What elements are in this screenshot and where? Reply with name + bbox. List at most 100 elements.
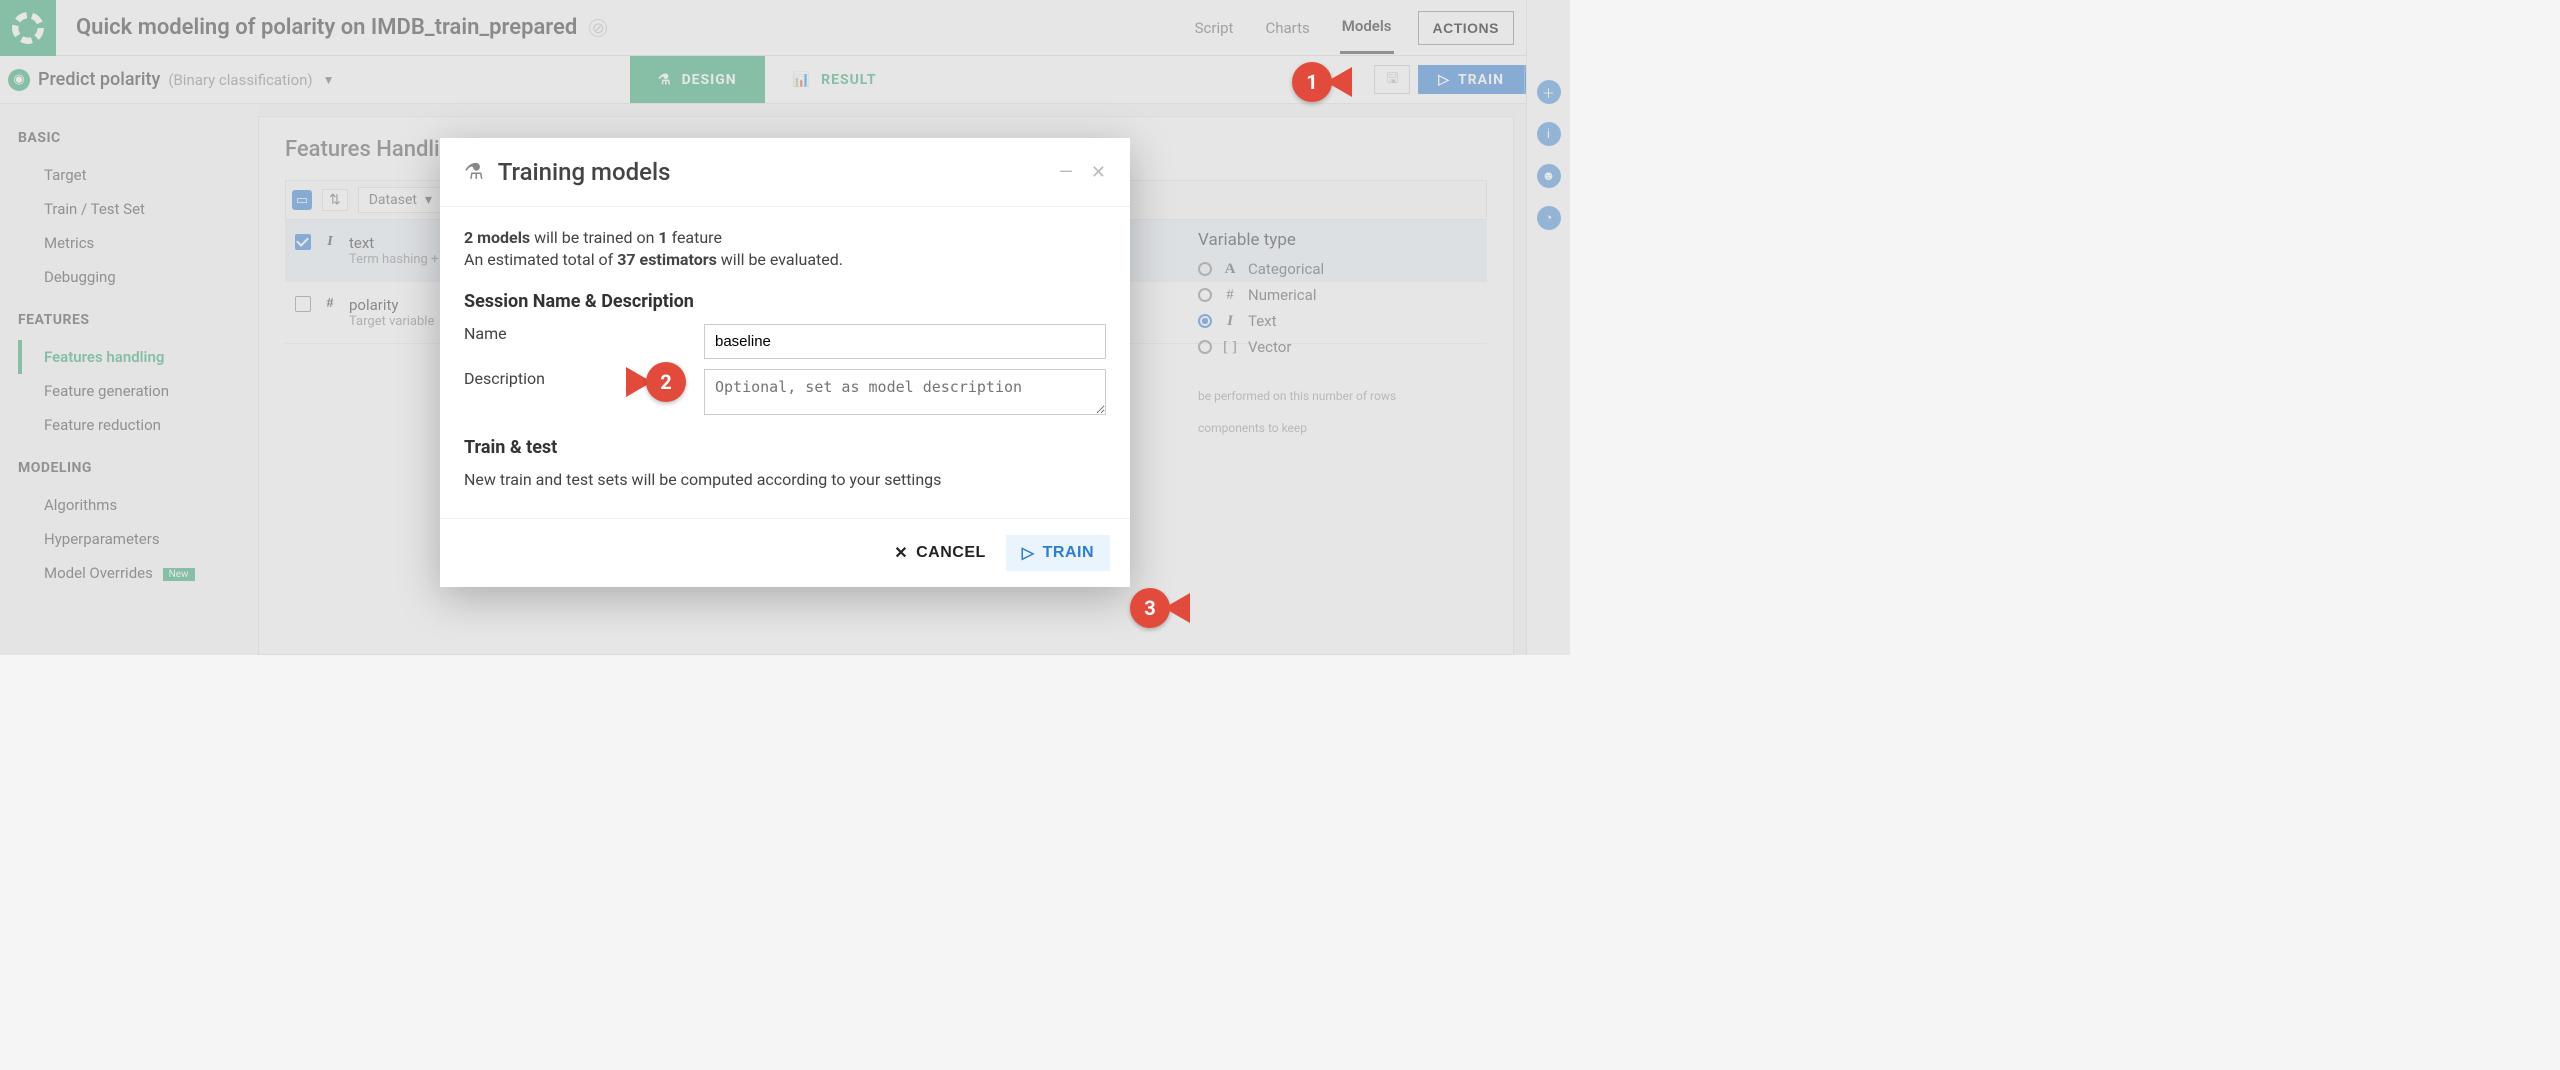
- modal-footer: ✕ CANCEL ▷ TRAIN: [440, 518, 1130, 587]
- marker-arrow-icon: [1164, 593, 1190, 623]
- name-label: Name: [464, 324, 684, 343]
- radio-label: Text: [1248, 312, 1277, 330]
- tab-charts[interactable]: Charts: [1263, 3, 1311, 53]
- modal-header: ⚗ Training models — ✕: [440, 138, 1130, 207]
- close-icon[interactable]: ✕: [1091, 162, 1106, 183]
- info-est-count: 37 estimators: [617, 250, 717, 269]
- radio-label: Categorical: [1248, 260, 1324, 278]
- nav-item-algorithms[interactable]: Algorithms: [18, 488, 258, 522]
- help-text-1: be performed on this number of rows: [1198, 384, 1498, 408]
- rail-chat-icon[interactable]: ☻: [1537, 164, 1561, 188]
- radio-icon: [1198, 288, 1212, 302]
- vartype-radio-text[interactable]: I Text: [1198, 312, 1498, 330]
- modal-body: 2 models will be trained on 1 feature An…: [440, 207, 1130, 518]
- vartype-radio-vector[interactable]: [ ] Vector: [1198, 338, 1498, 356]
- mode-tab-result[interactable]: 📊 RESULT: [765, 56, 905, 103]
- cancel-label: CANCEL: [916, 544, 986, 562]
- vartype-radio-numerical[interactable]: # Numerical: [1198, 286, 1498, 304]
- mode-tab-result-label: RESULT: [821, 72, 876, 88]
- marker-bubble: 2: [646, 362, 686, 402]
- info-trained-on: will be trained on: [530, 228, 658, 247]
- mode-tab-design-label: DESIGN: [682, 72, 737, 88]
- numeric-type-icon: #: [323, 296, 337, 312]
- radio-icon: [1198, 314, 1212, 328]
- variable-type-label: Variable type: [1198, 230, 1498, 250]
- modal-traintest-line: New train and test sets will be computed…: [464, 470, 1106, 489]
- title-status-icon: ⊘: [589, 19, 607, 37]
- feature-checkbox[interactable]: [295, 296, 311, 312]
- nav-item-debugging[interactable]: Debugging: [18, 260, 258, 294]
- modal-title: Training models: [498, 158, 671, 186]
- marker-arrow-icon: [1326, 67, 1352, 97]
- save-button[interactable]: 🖫: [1374, 65, 1410, 94]
- annotation-marker-3: 3: [1130, 588, 1190, 628]
- session-name-input[interactable]: [704, 324, 1106, 359]
- nav-section-modeling: MODELING: [18, 460, 258, 476]
- sort-button[interactable]: ⇅: [322, 189, 348, 211]
- numerical-icon: #: [1222, 287, 1238, 304]
- play-icon: ▷: [1438, 72, 1450, 88]
- rail-clock-icon[interactable]: ◔: [1537, 206, 1561, 230]
- modal-info-line-2: An estimated total of 37 estimators will…: [464, 250, 1106, 269]
- select-all-checkbox[interactable]: ▭: [292, 190, 312, 210]
- train-button-label: TRAIN: [1458, 72, 1504, 88]
- page-title: Quick modeling of polarity on IMDB_train…: [76, 15, 577, 40]
- header-tabs: Script Charts Models: [1193, 1, 1394, 54]
- text-icon: I: [1222, 313, 1238, 330]
- nav-item-target[interactable]: Target: [18, 158, 258, 192]
- variable-type-panel: Variable type A Categorical # Numerical …: [1198, 230, 1498, 440]
- nav-item-metrics[interactable]: Metrics: [18, 226, 258, 260]
- flask-icon: ⚗: [464, 160, 484, 185]
- modal-train-label: TRAIN: [1043, 544, 1094, 562]
- info-feature-count: 1: [658, 228, 667, 247]
- session-description-input[interactable]: [704, 369, 1106, 415]
- top-header: Quick modeling of polarity on IMDB_train…: [0, 0, 1570, 56]
- tab-script[interactable]: Script: [1193, 3, 1236, 53]
- rail-add-icon[interactable]: ＋: [1537, 80, 1561, 104]
- predict-title: Predict polarity: [38, 69, 160, 90]
- radio-label: Vector: [1248, 338, 1291, 356]
- vector-icon: [ ]: [1222, 339, 1238, 356]
- predict-icon: ◉: [8, 69, 30, 91]
- predict-heading[interactable]: ◉ Predict polarity (Binary classificatio…: [0, 56, 630, 103]
- train-button[interactable]: ▷ TRAIN: [1418, 65, 1524, 94]
- cancel-button[interactable]: ✕ CANCEL: [882, 535, 998, 571]
- mode-tab-design[interactable]: ⚗ DESIGN: [630, 56, 765, 103]
- annotation-marker-2: 2: [626, 362, 686, 402]
- feature-name: polarity: [349, 296, 434, 314]
- predict-subtitle: (Binary classification): [168, 71, 312, 89]
- logo-icon: [11, 11, 45, 45]
- dataset-dropdown[interactable]: Dataset ▾: [358, 187, 443, 213]
- chart-check-icon: 📊: [793, 72, 811, 88]
- modal-train-button[interactable]: ▷ TRAIN: [1006, 535, 1110, 571]
- new-badge: New: [163, 568, 195, 581]
- nav-item-train-test[interactable]: Train / Test Set: [18, 192, 258, 226]
- app-logo[interactable]: [0, 0, 56, 56]
- chevron-down-icon: ▼: [323, 73, 335, 87]
- nav-item-hyperparameters[interactable]: Hyperparameters: [18, 522, 258, 556]
- left-nav: BASIC Target Train / Test Set Metrics De…: [0, 104, 258, 655]
- minimize-icon[interactable]: —: [1059, 162, 1073, 183]
- nav-item-feature-generation[interactable]: Feature generation: [18, 374, 258, 408]
- feature-checkbox[interactable]: [295, 234, 311, 250]
- form-row-description: Description: [464, 369, 1106, 415]
- actions-button[interactable]: ACTIONS: [1418, 11, 1515, 45]
- tab-models[interactable]: Models: [1340, 1, 1394, 54]
- nav-item-model-overrides[interactable]: Model Overrides New: [18, 556, 258, 590]
- close-icon: ✕: [894, 543, 908, 563]
- info-models-count: 2 models: [464, 228, 530, 247]
- text-type-icon: I: [323, 234, 337, 250]
- chevron-down-icon: ▾: [425, 192, 432, 208]
- nav-item-features-handling[interactable]: Features handling: [18, 340, 258, 374]
- feature-subtitle: Target variable: [349, 314, 434, 329]
- mode-tabs: ⚗ DESIGN 📊 RESULT: [630, 56, 905, 103]
- nav-section-basic: BASIC: [18, 130, 258, 146]
- info-est-prefix: An estimated total of: [464, 250, 617, 269]
- vartype-radio-categorical[interactable]: A Categorical: [1198, 260, 1498, 278]
- right-rail: ＋ i ☻ ◔: [1526, 0, 1570, 655]
- flask-icon: ⚗: [658, 72, 672, 88]
- nav-item-feature-reduction[interactable]: Feature reduction: [18, 408, 258, 442]
- nav-item-label: Model Overrides: [44, 564, 153, 582]
- save-icon: 🖫: [1386, 68, 1398, 92]
- rail-info-icon[interactable]: i: [1537, 122, 1561, 146]
